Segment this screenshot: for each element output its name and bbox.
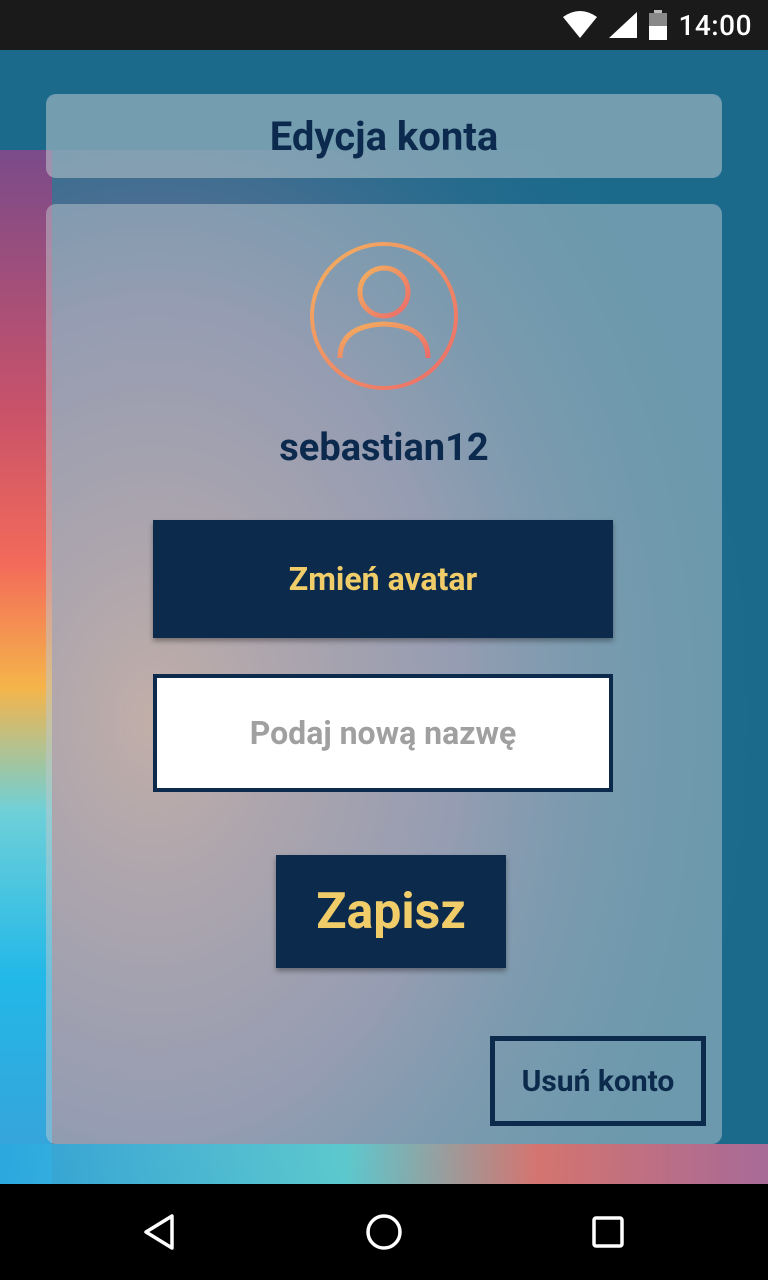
user-circle-icon[interactable] [308, 240, 460, 392]
status-bar: 14:00 [0, 0, 768, 50]
back-triangle-icon [144, 1214, 174, 1250]
navigation-bar [0, 1184, 768, 1280]
page-title: Edycja konta [269, 112, 499, 160]
delete-account-button[interactable]: Usuń konto [490, 1036, 706, 1126]
save-button[interactable]: Zapisz [276, 855, 506, 968]
account-edit-card: sebastian12 Zmień avatar Zapisz Usuń kon… [46, 204, 722, 1144]
app-screen: Edycja konta sebastian12 Zmień avatar Za… [0, 50, 768, 1184]
recents-button[interactable] [578, 1202, 638, 1262]
wifi-icon [563, 11, 598, 38]
home-button[interactable] [354, 1202, 414, 1262]
status-icons: 14:00 [562, 0, 752, 50]
home-circle-icon [366, 1214, 402, 1250]
back-button[interactable] [130, 1202, 190, 1262]
signal-icon [609, 12, 638, 38]
new-name-input[interactable] [153, 674, 613, 792]
change-avatar-button[interactable]: Zmień avatar [153, 520, 613, 638]
header-card: Edycja konta [46, 94, 722, 178]
battery-icon [649, 10, 668, 40]
username-label: sebastian12 [279, 426, 489, 470]
clock: 14:00 [678, 8, 752, 42]
recents-square-icon [592, 1216, 624, 1248]
